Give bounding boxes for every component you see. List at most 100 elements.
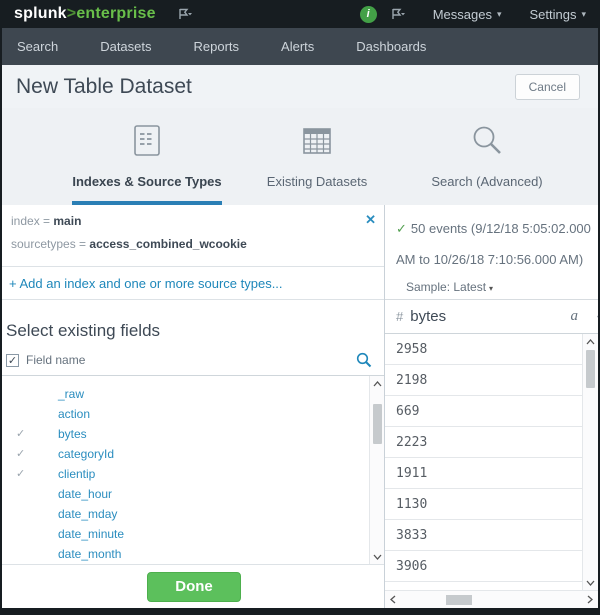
logo-product-text: enterprise — [76, 5, 155, 22]
chevron-down-icon: ▾ — [497, 9, 502, 20]
splunk-new-table-dataset-screen: splunk>enterprise i Messages▾ Settings▾ … — [0, 0, 600, 615]
nav-item-dashboards[interactable]: Dashboards — [356, 39, 426, 54]
settings-menu[interactable]: Settings▾ — [529, 7, 586, 22]
sourcetypes-line: sourcetypes = access_combined_wcookie — [11, 237, 384, 251]
events-count-text: 50 events (9/12/18 5:05:02.000 AM to 10/… — [396, 221, 591, 267]
logo-splunk-text: splunk — [14, 5, 67, 22]
index-label: index — [11, 214, 40, 228]
field-row-date-hour[interactable]: date_hour — [2, 484, 384, 504]
field-name-label: Field name — [26, 353, 356, 367]
select-fields-title: Select existing fields — [6, 321, 160, 341]
field-name: _raw — [58, 387, 84, 401]
field-list-scrollbar[interactable] — [369, 376, 384, 564]
nav-item-reports[interactable]: Reports — [194, 39, 240, 54]
done-button[interactable]: Done — [147, 572, 241, 602]
list-document-icon — [131, 122, 163, 160]
sourcetypes-label: sourcetypes — [11, 237, 76, 251]
field-name: date_month — [58, 547, 121, 561]
index-value: main — [53, 214, 81, 228]
check-icon: ✓ — [16, 464, 25, 484]
scroll-track[interactable] — [370, 391, 384, 549]
field-name: date_minute — [58, 527, 124, 541]
preview-vertical-scrollbar[interactable] — [582, 334, 598, 590]
value-cell: 906 — [385, 582, 582, 590]
value-cell: 1911 — [385, 458, 582, 489]
scroll-thumb[interactable] — [446, 595, 472, 605]
value-cell: 2958 — [385, 334, 582, 365]
index-sourcetype-block: index = main sourcetypes = access_combin… — [2, 205, 384, 267]
sample-label: Sample: Latest — [406, 280, 486, 294]
field-name: categoryId — [58, 447, 114, 461]
check-icon: ✓ — [16, 424, 25, 444]
info-icon[interactable]: i — [360, 6, 377, 23]
app-navbar: Search Datasets Reports Alerts Dashboard… — [2, 28, 598, 65]
field-name: date_hour — [58, 487, 112, 501]
field-row-date-month[interactable]: date_month — [2, 544, 384, 564]
tab-search-advanced[interactable]: Search (Advanced) — [402, 108, 572, 205]
events-summary: ✓50 events (9/12/18 5:05:02.000 AM to 10… — [385, 205, 598, 300]
column-type-indicator[interactable]: a — [571, 308, 579, 325]
select-all-checkbox[interactable]: ✓ — [6, 354, 19, 367]
logo-gt-text: > — [67, 5, 77, 22]
field-row-action[interactable]: action — [2, 404, 384, 424]
check-icon: ✓ — [396, 221, 407, 236]
messages-menu[interactable]: Messages▾ — [433, 7, 502, 22]
tab-existing-datasets[interactable]: Existing Datasets — [232, 108, 402, 205]
section-title-row: Select existing fields — [2, 300, 384, 345]
column-name[interactable]: bytes — [410, 308, 570, 325]
column-index-hash: # — [396, 309, 403, 324]
left-panel: index = main sourcetypes = access_combin… — [2, 205, 385, 608]
add-index-row: + Add an index and one or more source ty… — [2, 267, 384, 300]
scroll-track[interactable] — [401, 591, 582, 608]
nav-item-alerts[interactable]: Alerts — [281, 39, 314, 54]
field-name: action — [58, 407, 90, 421]
activity-flag-icon[interactable] — [178, 8, 192, 20]
add-index-link[interactable]: + Add an index and one or more source ty… — [9, 276, 283, 291]
field-row-bytes[interactable]: ✓bytes — [2, 424, 384, 444]
scroll-right-icon[interactable] — [582, 591, 598, 608]
done-bar: Done — [2, 565, 384, 608]
preview-horizontal-scrollbar[interactable] — [385, 590, 598, 608]
activity-flag-icon[interactable] — [391, 8, 405, 20]
splunk-logo[interactable]: splunk>enterprise — [14, 5, 156, 23]
scroll-thumb[interactable] — [586, 350, 595, 388]
field-row-date-mday[interactable]: date_mday — [2, 504, 384, 524]
field-row-raw[interactable]: _raw — [2, 384, 384, 404]
chevron-down-icon: ▾ — [489, 284, 493, 293]
scroll-left-icon[interactable] — [385, 591, 401, 608]
settings-label: Settings — [529, 7, 576, 22]
page-header: New Table Dataset Cancel — [2, 65, 598, 108]
search-icon[interactable] — [356, 352, 372, 368]
scroll-thumb[interactable] — [373, 404, 382, 444]
scroll-track[interactable] — [583, 349, 598, 575]
index-line: index = main — [11, 214, 384, 228]
check-icon: ✓ — [16, 444, 25, 464]
field-filter-row: ✓ Field name — [2, 345, 384, 376]
cancel-button[interactable]: Cancel — [515, 74, 580, 100]
value-rows: 2958 2198 669 2223 1911 1130 3833 3906 9… — [385, 334, 582, 590]
equals-sign: = — [43, 214, 50, 228]
scroll-up-icon[interactable] — [583, 334, 598, 349]
column-header[interactable]: # bytes a ▾ — [385, 300, 598, 334]
table-grid-icon — [300, 122, 334, 160]
tab-indexes-source-types[interactable]: Indexes & Source Types — [62, 108, 232, 205]
value-cell: 669 — [385, 396, 582, 427]
nav-item-search[interactable]: Search — [17, 39, 58, 54]
equals-sign: = — [79, 237, 86, 251]
scroll-up-icon[interactable] — [370, 376, 384, 391]
sample-dropdown[interactable]: Sample: Latest▾ — [396, 277, 592, 299]
field-row-categoryid[interactable]: ✓ categoryId — [2, 444, 384, 464]
value-cell: 2198 — [385, 365, 582, 396]
main-area: index = main sourcetypes = access_combin… — [2, 205, 598, 608]
field-row-clientip[interactable]: ✓ clientip — [2, 464, 384, 484]
topbar: splunk>enterprise i Messages▾ Settings▾ — [2, 0, 598, 28]
field-name: date_mday — [58, 507, 117, 521]
preview-panel: ✓50 events (9/12/18 5:05:02.000 AM to 10… — [385, 205, 598, 608]
close-icon[interactable]: ✕ — [365, 212, 376, 228]
nav-item-datasets[interactable]: Datasets — [100, 39, 151, 54]
field-name: clientip — [58, 467, 95, 481]
scroll-down-icon[interactable] — [583, 575, 598, 590]
field-row-date-minute[interactable]: date_minute — [2, 524, 384, 544]
value-cell: 3833 — [385, 520, 582, 551]
scroll-down-icon[interactable] — [370, 549, 384, 564]
